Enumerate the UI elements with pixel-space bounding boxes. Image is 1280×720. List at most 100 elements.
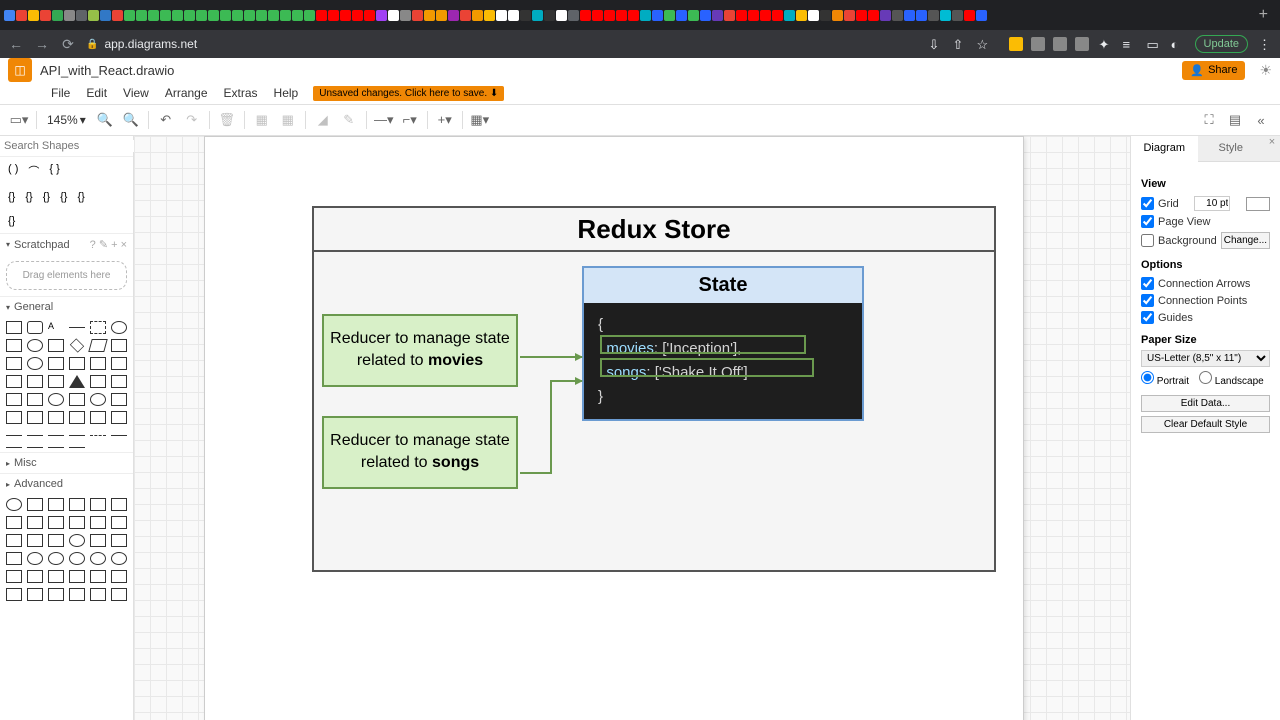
- share-button[interactable]: 👤Share: [1182, 61, 1245, 80]
- shape[interactable]: [27, 447, 43, 448]
- shape[interactable]: {}: [8, 191, 15, 203]
- shape[interactable]: [90, 375, 106, 388]
- reload-button[interactable]: ⟳: [60, 36, 76, 53]
- shape[interactable]: [111, 411, 127, 424]
- toback-button[interactable]: ▦: [277, 109, 299, 131]
- zoom-level[interactable]: 145% ▾: [43, 113, 90, 127]
- shape[interactable]: [69, 435, 85, 436]
- menu-edit[interactable]: Edit: [79, 84, 114, 102]
- shape[interactable]: [27, 339, 43, 352]
- shape[interactable]: [48, 447, 64, 448]
- share-icon[interactable]: ⇧: [953, 37, 967, 51]
- shape[interactable]: [27, 393, 43, 406]
- shape[interactable]: {}: [60, 191, 67, 203]
- shape[interactable]: [48, 588, 64, 601]
- shape[interactable]: [27, 411, 43, 424]
- filename[interactable]: API_with_React.drawio: [40, 63, 174, 78]
- shape[interactable]: [27, 498, 43, 511]
- menu-button[interactable]: ⋮: [1258, 37, 1272, 51]
- shape[interactable]: {}: [43, 191, 50, 203]
- shape[interactable]: [27, 516, 43, 529]
- menu-view[interactable]: View: [116, 84, 156, 102]
- install-icon[interactable]: ⇩: [929, 37, 943, 51]
- shape[interactable]: [69, 552, 85, 565]
- shape[interactable]: [69, 516, 85, 529]
- zoom-in-button[interactable]: 🔍: [94, 109, 116, 131]
- redo-button[interactable]: ↷: [181, 109, 203, 131]
- shape[interactable]: [48, 375, 64, 388]
- shape-ellipse[interactable]: [111, 321, 127, 334]
- menu-file[interactable]: File: [44, 84, 77, 102]
- extensions-button[interactable]: ✦: [1099, 37, 1113, 51]
- new-tab-button[interactable]: +: [1251, 6, 1276, 24]
- shape[interactable]: [69, 357, 85, 370]
- shape[interactable]: [90, 498, 106, 511]
- shape[interactable]: [6, 534, 22, 547]
- shape[interactable]: [90, 435, 106, 436]
- format-toggle[interactable]: ▤: [1224, 109, 1246, 131]
- reducer-songs-box[interactable]: Reducer to manage state related to songs: [322, 416, 518, 489]
- shape[interactable]: [111, 588, 127, 601]
- menu-arrange[interactable]: Arrange: [158, 84, 215, 102]
- conn-points-checkbox[interactable]: [1141, 294, 1154, 307]
- back-button[interactable]: ←: [8, 36, 24, 52]
- shape-text[interactable]: A: [48, 321, 64, 334]
- section-advanced[interactable]: ▸Advanced: [0, 473, 133, 494]
- shape[interactable]: [6, 375, 22, 388]
- shape-triangle[interactable]: [69, 375, 85, 388]
- shape[interactable]: [69, 393, 85, 406]
- forward-button[interactable]: →: [34, 36, 50, 52]
- landscape-radio[interactable]: Landscape: [1199, 371, 1264, 387]
- pageview-checkbox[interactable]: [1141, 215, 1154, 228]
- shape[interactable]: {}: [77, 191, 84, 203]
- conn-arrows-checkbox[interactable]: [1141, 277, 1154, 290]
- shape-rect[interactable]: [6, 321, 22, 334]
- state-box[interactable]: State { movies: ['Inception'], songs: ['…: [582, 266, 864, 421]
- reducer-movies-box[interactable]: Reducer to manage state related to movie…: [322, 314, 518, 387]
- extension-icon[interactable]: [1075, 37, 1089, 51]
- shape[interactable]: [48, 339, 64, 352]
- shape[interactable]: [48, 435, 64, 436]
- shape[interactable]: [111, 570, 127, 583]
- menu-extras[interactable]: Extras: [217, 84, 265, 102]
- shape-actor[interactable]: [48, 393, 64, 406]
- change-bg-button[interactable]: Change...: [1221, 232, 1270, 249]
- tab-diagram[interactable]: Diagram: [1131, 136, 1198, 162]
- shape[interactable]: [111, 357, 127, 370]
- connection-button[interactable]: —▾: [373, 109, 395, 131]
- canvas[interactable]: Redux Store State { movies: ['Inception'…: [134, 136, 1130, 720]
- shape[interactable]: [69, 447, 85, 448]
- shape[interactable]: [27, 375, 43, 388]
- shape[interactable]: [90, 588, 106, 601]
- shape[interactable]: [27, 588, 43, 601]
- shape[interactable]: [27, 552, 43, 565]
- collapse-button[interactable]: «: [1250, 109, 1272, 131]
- shape[interactable]: [27, 534, 43, 547]
- shape[interactable]: [27, 570, 43, 583]
- shape[interactable]: [48, 516, 64, 529]
- shape-hex[interactable]: [6, 357, 22, 370]
- shape[interactable]: [90, 516, 106, 529]
- shape[interactable]: [111, 498, 127, 511]
- shape[interactable]: [111, 393, 127, 406]
- shape[interactable]: [6, 552, 22, 565]
- grid-checkbox[interactable]: [1141, 197, 1154, 210]
- shape[interactable]: [111, 534, 127, 547]
- grid-size-input[interactable]: [1194, 196, 1230, 211]
- shape[interactable]: [6, 411, 22, 424]
- shape[interactable]: [27, 435, 43, 436]
- profile-icon[interactable]: ◐: [1171, 37, 1185, 51]
- shape[interactable]: [48, 534, 64, 547]
- delete-button[interactable]: 🗑: [216, 109, 238, 131]
- shape[interactable]: [90, 393, 106, 406]
- shape-brace[interactable]: { }: [49, 163, 59, 179]
- shape[interactable]: [111, 375, 127, 388]
- shape[interactable]: [69, 534, 85, 547]
- table-button[interactable]: ▦▾: [469, 109, 491, 131]
- shape[interactable]: [6, 447, 22, 448]
- shape-line[interactable]: [69, 327, 85, 328]
- insert-button[interactable]: +▾: [434, 109, 456, 131]
- extension-icon[interactable]: [1009, 37, 1023, 51]
- shape[interactable]: [6, 339, 22, 352]
- shape-arrow[interactable]: [6, 435, 22, 436]
